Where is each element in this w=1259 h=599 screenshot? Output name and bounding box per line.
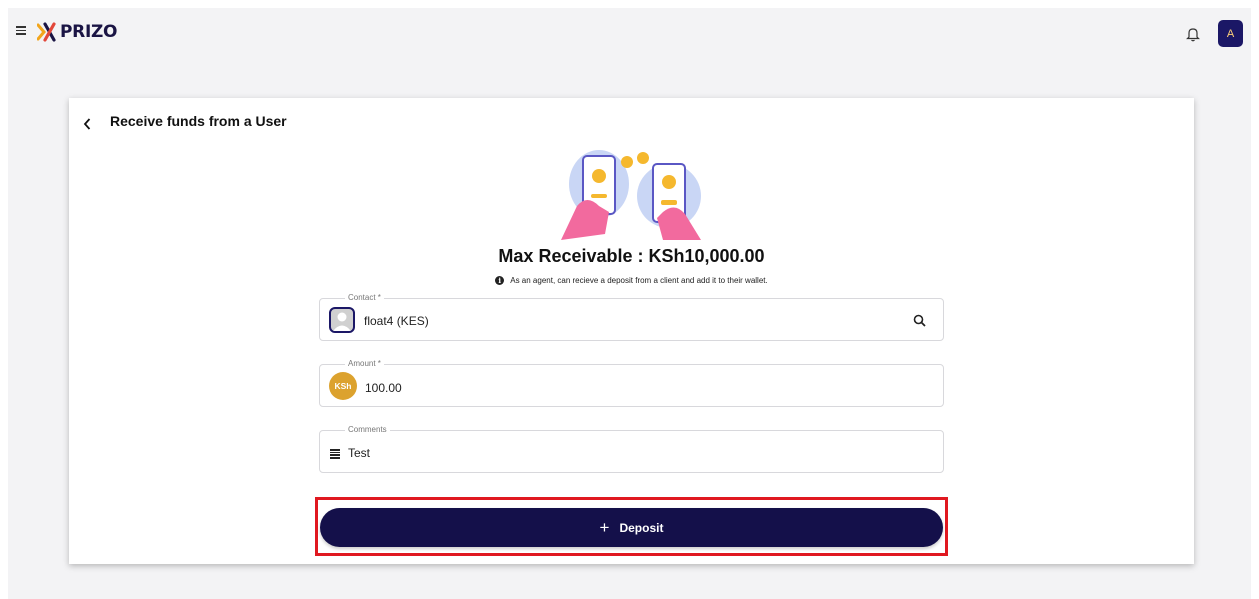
contact-label: Contact *: [345, 293, 384, 303]
brand-name: PRIZO: [60, 22, 118, 42]
prizo-logo-icon: [37, 22, 56, 42]
app-logo[interactable]: PRIZO: [37, 22, 117, 42]
currency-coin-icon: KSh: [329, 372, 357, 400]
contact-input[interactable]: float4 (KES): [364, 314, 429, 328]
page-title: Receive funds from a User: [110, 113, 287, 129]
deposit-button[interactable]: + Deposit: [320, 508, 943, 547]
info-message: i As an agent, can recieve a deposit fro…: [69, 276, 1194, 285]
comments-input[interactable]: Test: [348, 446, 370, 460]
contact-avatar-icon: [329, 307, 355, 333]
comments-field[interactable]: Comments Test: [319, 425, 944, 473]
search-icon[interactable]: [913, 314, 926, 327]
comments-label: Comments: [345, 425, 390, 435]
amount-field[interactable]: Amount * KSh 100.00: [319, 359, 944, 407]
amount-input[interactable]: 100.00: [365, 381, 402, 395]
plus-icon: +: [599, 518, 610, 537]
max-receivable-heading: Max Receivable : KSh10,000.00: [498, 246, 765, 266]
info-icon: i: [495, 276, 505, 285]
contact-field[interactable]: Contact * float4 (KES): [319, 293, 944, 341]
info-text: As an agent, can recieve a deposit from …: [510, 276, 768, 285]
back-chevron-icon[interactable]: [82, 117, 92, 131]
user-avatar[interactable]: A: [1218, 20, 1243, 47]
notification-bell-icon[interactable]: [1186, 26, 1200, 42]
deposit-label: Deposit: [619, 520, 664, 535]
money-transfer-illustration: [561, 150, 701, 240]
receive-funds-card: Receive funds from a User Max Receivable…: [69, 98, 1194, 564]
amount-label: Amount *: [345, 359, 384, 369]
hamburger-menu-icon[interactable]: [16, 26, 26, 35]
notes-icon: [330, 449, 340, 459]
